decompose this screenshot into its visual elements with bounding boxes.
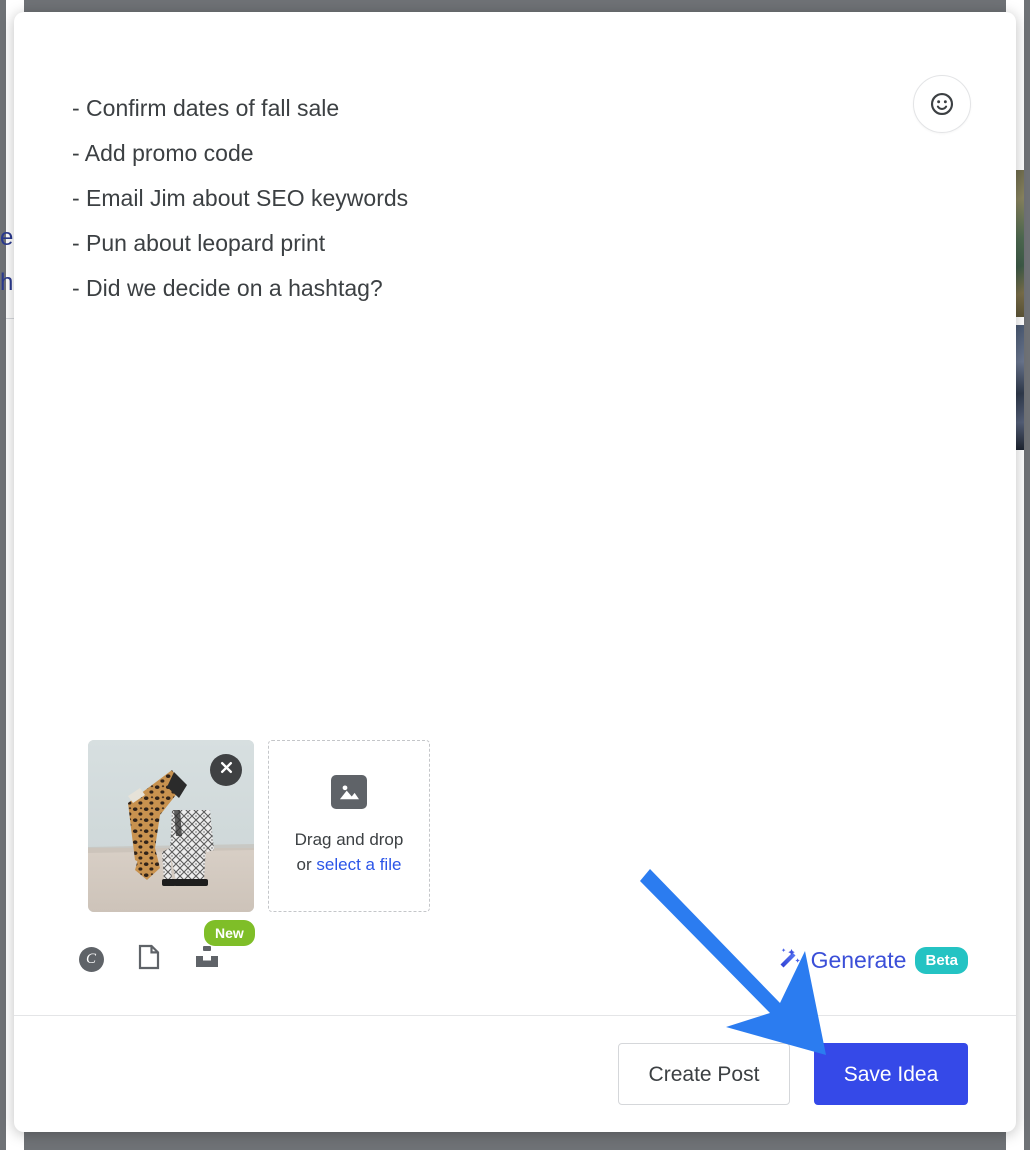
remove-attachment-button[interactable] [210,754,242,786]
file-dropzone[interactable]: Drag and drop or select a file [268,740,430,912]
composer-body: - Confirm dates of fall sale - Add promo… [14,12,1016,1003]
new-badge: New [204,920,255,946]
attached-image-thumbnail[interactable] [88,740,254,912]
generate-label: Generate [810,947,907,973]
content-inbox-button[interactable]: New [190,920,255,976]
emoji-picker-button[interactable] [913,75,971,133]
canva-button[interactable]: C [74,942,108,976]
note-line: - Add promo code [72,140,254,166]
note-line: - Email Jim about SEO keywords [72,185,409,211]
attachment-row: Drag and drop or select a file [88,740,430,912]
dropzone-primary-text: Drag and drop [294,830,404,849]
generate-button[interactable]: Generate Beta [776,945,968,976]
inbox-upload-icon [194,944,220,975]
dropzone-or-text: or [296,855,317,874]
magic-wand-icon [776,945,802,976]
save-idea-button[interactable]: Save Idea [814,1043,968,1105]
document-icon [138,944,160,975]
create-post-button[interactable]: Create Post [618,1043,790,1105]
note-line: - Pun about leopard print [72,230,326,256]
image-placeholder-icon [331,775,367,809]
smiley-face-icon [929,91,955,117]
note-line: - Confirm dates of fall sale [72,95,340,121]
canva-icon: C [78,946,104,972]
note-textarea[interactable]: - Confirm dates of fall sale - Add promo… [72,86,876,311]
note-line: - Did we decide on a hashtag? [72,275,383,301]
composer-toolbar: C New Generate Beta [14,920,1016,1000]
close-x-icon [219,760,234,780]
beta-badge: Beta [915,947,968,974]
toolbar-icon-group: C New [74,920,255,976]
dropzone-secondary-line: or select a file [295,852,404,877]
dropzone-text: Drag and drop or select a file [295,827,404,877]
select-a-file-link[interactable]: select a file [316,855,401,874]
modal-footer: Create Post Save Idea [14,1016,1016,1132]
document-button[interactable] [132,942,166,976]
idea-composer-modal: - Confirm dates of fall sale - Add promo… [14,12,1016,1132]
